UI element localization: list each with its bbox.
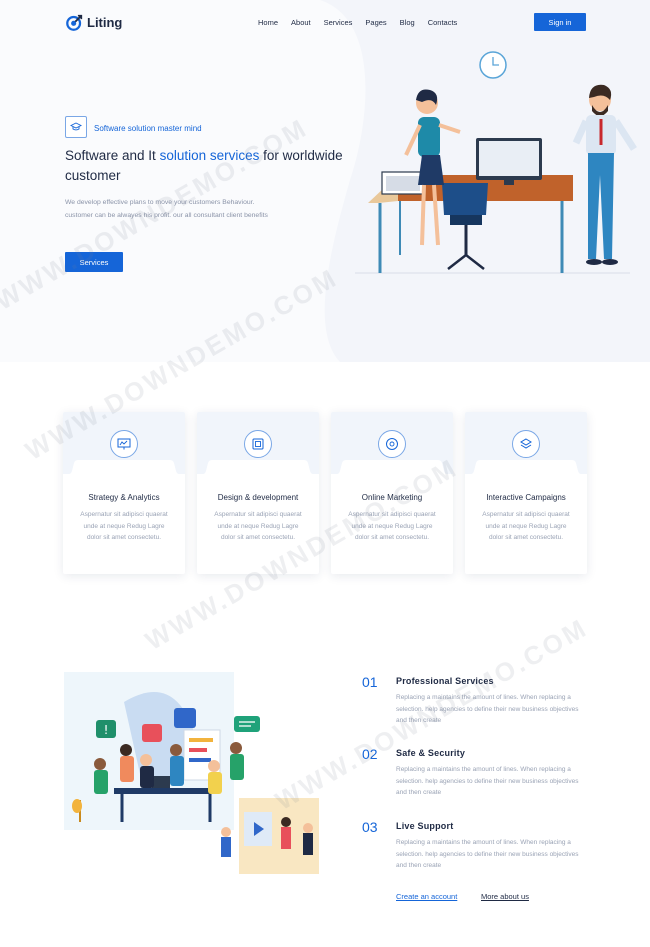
services-grid: Strategy & Analytics Aspernatur sit adip… [63,412,588,574]
feature-item: 03 Live Support Replacing a maintains th… [362,819,582,879]
menu-item-pages[interactable]: Pages [365,18,386,27]
chart-board-icon [110,430,138,458]
feature-number: 01 [362,674,378,690]
card-notch [63,460,185,477]
feature-item: 01 Professional Services Replacing a mai… [362,674,582,734]
hero-description: We develop effective plans to move your … [65,199,268,219]
hero-title-highlight: solution services [159,148,260,163]
service-title: Online Marketing [361,493,423,502]
more-about-link[interactable]: More about us [481,892,529,901]
service-title: Interactive Campaigns [486,493,566,502]
service-title: Design & development [217,493,299,502]
service-card[interactable]: Strategy & Analytics Aspernatur sit adip… [63,412,185,574]
service-description: Aspernatur sit adipisci quaerat unde at … [80,511,168,541]
service-description: Aspernatur sit adipisci quaerat unde at … [348,511,436,541]
logo-icon [66,14,83,31]
menu-item-blog[interactable]: Blog [400,18,415,27]
brand-name: Liting [87,15,123,30]
create-account-link[interactable]: Create an account [396,892,457,901]
main-menu: Home About Services Pages Blog Contacts [258,18,470,27]
office-illustration [355,51,637,274]
menu-item-services[interactable]: Services [324,18,353,27]
design-screen-icon [244,430,272,458]
svg-text:!: ! [104,723,109,737]
teamwork-illustration: ! [64,672,319,874]
menu-item-contacts[interactable]: Contacts [428,18,458,27]
service-card[interactable]: Design & development Aspernatur sit adip… [197,412,319,574]
hero-badge-text: Software solution master mind [94,124,202,133]
feature-title: Live Support [396,821,454,831]
menu-item-home[interactable]: Home [258,18,278,27]
feature-title: Safe & Security [396,748,466,758]
service-title: Strategy & Analytics [88,493,160,502]
menu-item-about[interactable]: About [291,18,311,27]
layers-icon [512,430,540,458]
service-card[interactable]: Online Marketing Aspernatur sit adipisci… [331,412,453,574]
service-description: Aspernatur sit adipisci quaerat unde at … [482,511,570,541]
marketing-target-icon [378,430,406,458]
brand-logo[interactable]: Liting [66,14,122,31]
feature-description: Replacing a maintains the amount of line… [396,694,579,724]
feature-description: Replacing a maintains the amount of line… [396,839,579,869]
feature-description: Replacing a maintains the amount of line… [396,766,579,796]
services-button[interactable]: Services [65,252,123,272]
feature-number: 03 [362,819,378,835]
card-notch [465,460,587,477]
card-notch [197,460,319,477]
hero-title: Software and It solution services for wo… [65,148,343,183]
badge-icon-box [65,116,87,138]
sign-in-button[interactable]: Sign in [534,13,586,31]
service-description: Aspernatur sit adipisci quaerat unde at … [214,511,302,541]
top-navbar: Liting Home About Services Pages Blog Co… [0,0,650,46]
graduation-cap-icon [70,122,82,131]
feature-title: Professional Services [396,676,494,686]
service-card[interactable]: Interactive Campaigns Aspernatur sit adi… [465,412,587,574]
feature-number: 02 [362,746,378,762]
feature-item: 02 Safe & Security Replacing a maintains… [362,746,582,806]
card-notch [331,460,453,477]
